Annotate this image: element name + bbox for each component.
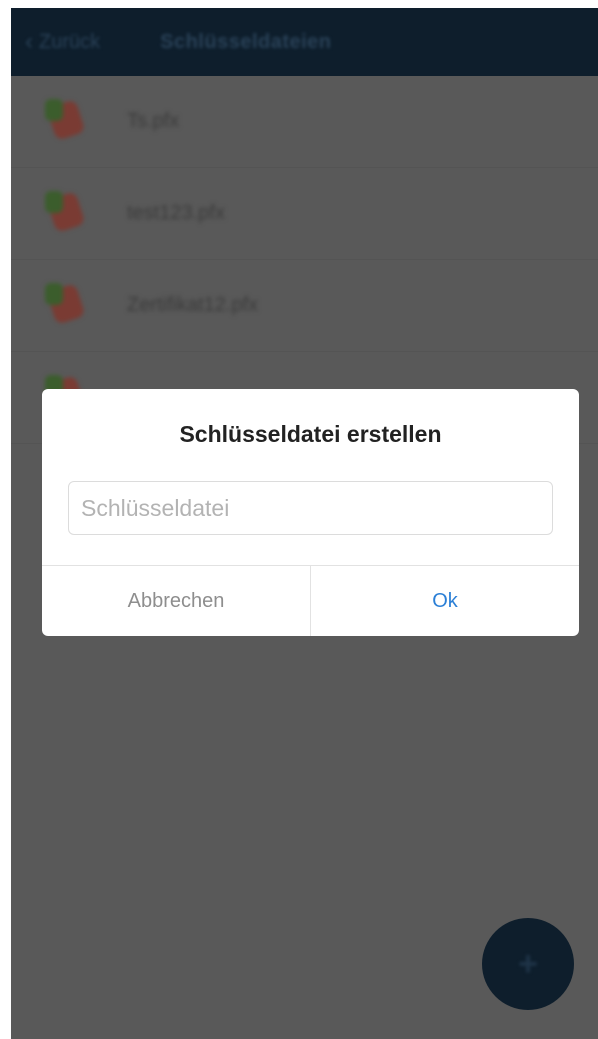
ok-button[interactable]: Ok [311,566,579,636]
key-file-icon [45,98,87,145]
list-item[interactable]: Zertifikat12.pfx [11,260,598,352]
list-item-label: Ts.pfx [127,110,180,132]
back-button[interactable]: ‹ Zurück [25,28,100,56]
chevron-left-icon: ‹ [25,28,33,55]
key-file-name-input[interactable] [68,481,553,535]
create-key-file-dialog: Schlüsseldatei erstellen Abbrechen Ok [42,389,579,636]
cancel-button[interactable]: Abbrechen [42,566,311,636]
dialog-title: Schlüsseldatei erstellen [179,421,442,447]
app-screen: ‹ Zurück Schlüsseldateien Ts.pfx test123… [11,8,598,1039]
key-file-icon [45,282,87,329]
key-file-icon [45,190,87,237]
page-title: Schlüsseldateien [160,30,332,53]
add-key-file-button[interactable]: + [482,918,574,1010]
list-item-label: test123.pfx [127,202,225,224]
back-label: Zurück [39,30,101,53]
plus-icon: + [518,944,538,983]
list-item-label: Zertifikat12.pfx [127,294,259,316]
list-item[interactable]: test123.pfx [11,168,598,260]
list-item[interactable]: Ts.pfx [11,76,598,168]
navigation-bar: ‹ Zurück Schlüsseldateien [11,8,598,76]
dialog-button-bar: Abbrechen Ok [42,565,579,636]
